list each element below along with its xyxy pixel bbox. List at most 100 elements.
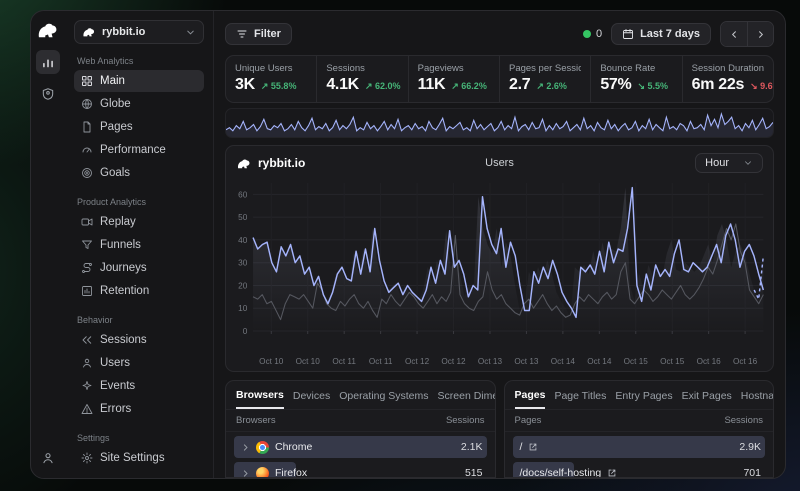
trend-up-icon: ↗ [451,81,459,91]
filter-button[interactable]: Filter [225,23,292,45]
rybbit-logo-icon [37,20,59,40]
svg-text:Oct 14: Oct 14 [551,356,576,366]
chevron-right-icon[interactable] [241,443,250,452]
kpi-stats: Unique Users 3K ↗ 55.8% Sessions 4.1K ↗ … [225,55,774,103]
sidebar-item-retention[interactable]: Retention [74,280,204,302]
sidebar-section-title: Web Analytics [77,56,201,66]
stat-unique-users[interactable]: Unique Users 3K ↗ 55.8% [226,56,316,102]
sidebar-item-events[interactable]: Events [74,375,204,397]
svg-text:Oct 16: Oct 16 [697,356,722,366]
sidebar-item-main[interactable]: Main [74,70,204,92]
live-visitors[interactable]: 0 [583,28,602,40]
page-row-root[interactable]: / 2.9K [513,436,766,458]
rail-analytics-button[interactable] [36,50,60,74]
row-label: Chrome [275,441,312,453]
sidebar-item-goals[interactable]: Goals [74,162,204,184]
tab-devices[interactable]: Devices [293,390,330,408]
svg-text:20: 20 [238,280,247,290]
row-value: 2.1K [461,441,483,453]
stat-pageviews[interactable]: Pageviews 11K ↗ 66.2% [408,56,499,102]
tab-screen-dimensions[interactable]: Screen Dimensions [438,390,495,408]
interval-select[interactable]: Hour [695,153,763,173]
page-row-docs-self-hosting[interactable]: /docs/self-hosting 701 [513,462,766,478]
stat-change: ↘ 5.5% [637,81,668,92]
external-link-icon[interactable] [607,468,617,478]
previous-period-button[interactable] [721,22,747,46]
sidebar-item-sessions[interactable]: Sessions [74,329,204,351]
stat-session-duration[interactable]: Session Duration 6m 22s ↘ 9.6% [682,56,773,102]
stat-value: 6m 22s [692,76,744,94]
svg-text:Oct 10: Oct 10 [296,356,321,366]
sidebar-item-site-settings[interactable]: Site Settings [74,447,204,469]
trend-up-icon: ↗ [365,81,373,91]
stat-value: 11K [418,76,446,94]
sidebar-item-errors[interactable]: Errors [74,398,204,420]
tab-page-titles[interactable]: Page Titles [554,390,606,408]
tab-hostnames[interactable]: Hostnames [741,390,773,408]
row-bar [513,436,766,458]
main-content: Filter 0 Last 7 days [214,11,785,478]
account-button[interactable] [36,446,60,470]
rail-security-button[interactable] [36,82,60,106]
svg-text:Oct 14: Oct 14 [587,356,612,366]
sidebar-item-performance[interactable]: Performance [74,139,204,161]
svg-text:Oct 13: Oct 13 [514,356,539,366]
warning-icon [81,403,93,415]
sidebar-item-journeys[interactable]: Journeys [74,257,204,279]
trend-up-icon: ↗ [536,81,544,91]
svg-text:Oct 15: Oct 15 [660,356,685,366]
tab-entry-pages[interactable]: Entry Pages [615,390,672,408]
svg-text:Oct 11: Oct 11 [332,356,356,366]
tab-browsers[interactable]: Browsers [236,389,284,409]
stat-sessions[interactable]: Sessions 4.1K ↗ 62.0% [316,56,407,102]
date-range-button[interactable]: Last 7 days [611,23,711,45]
stat-value: 3K [235,76,255,94]
sidebar-item-label: Journeys [100,262,147,274]
browsers-column-headers: Browsers Sessions [226,409,495,432]
sidebar-item-label: Replay [100,216,136,228]
stat-pages-per-session[interactable]: Pages per Session 2.7 ↗ 2.6% [499,56,590,102]
browser-row-firefox[interactable]: Firefox 515 [234,462,487,478]
row-label: /docs/self-hosting [520,467,602,478]
sidebar-section-title: Behavior [77,315,201,325]
svg-text:Oct 13: Oct 13 [478,356,503,366]
stat-change: ↘ 9.6% [750,81,774,92]
gear-icon [81,452,93,464]
row-value: 701 [743,467,761,478]
chevron-left-icon [729,29,740,40]
sidebar-item-globe[interactable]: Globe [74,93,204,115]
bottom-panels: Browsers Devices Operating Systems Scree… [225,380,774,478]
sidebar-item-replay[interactable]: Replay [74,211,204,233]
stat-label: Pages per Session [509,63,581,74]
funnel-icon [81,239,93,251]
sidebar-item-label: Goals [100,167,130,179]
chevron-down-icon [185,27,196,38]
svg-text:Oct 11: Oct 11 [369,356,393,366]
tab-exit-pages[interactable]: Exit Pages [682,390,732,408]
chevron-down-icon [743,158,753,168]
stat-bounce-rate[interactable]: Bounce Rate 57% ↘ 5.5% [590,56,681,102]
pages-rows: / 2.9K /docs/self-hosting 701 /docs [505,432,774,478]
workspace-selector[interactable]: rybbit.io [74,20,204,44]
users-line-chart[interactable]: 0102030405060Oct 10Oct 10Oct 11Oct 11Oct… [226,175,773,371]
chart-header: rybbit.io Users Hour [226,146,773,175]
sidebar-item-label: Events [100,380,135,392]
firefox-icon [256,467,269,479]
next-period-button[interactable] [747,22,773,46]
sidebar-item-label: Pages [100,121,133,133]
external-link-icon[interactable] [528,442,538,452]
row-value: 2.9K [739,441,761,453]
sidebar-item-funnels[interactable]: Funnels [74,234,204,256]
sidebar-item-users[interactable]: Users [74,352,204,374]
tab-operating-systems[interactable]: Operating Systems [339,390,428,408]
browser-row-chrome[interactable]: Chrome 2.1K [234,436,487,458]
browsers-rows: Chrome 2.1K Firefox 515 [226,432,495,478]
tab-pages[interactable]: Pages [515,389,546,409]
sidebar-item-pages[interactable]: Pages [74,116,204,138]
row-label: / [520,441,523,453]
sparkle-icon [81,380,93,392]
stat-label: Bounce Rate [600,63,672,74]
chevron-right-icon[interactable] [241,469,250,478]
rybbit-logo-icon [236,157,252,170]
svg-text:0: 0 [243,326,248,336]
